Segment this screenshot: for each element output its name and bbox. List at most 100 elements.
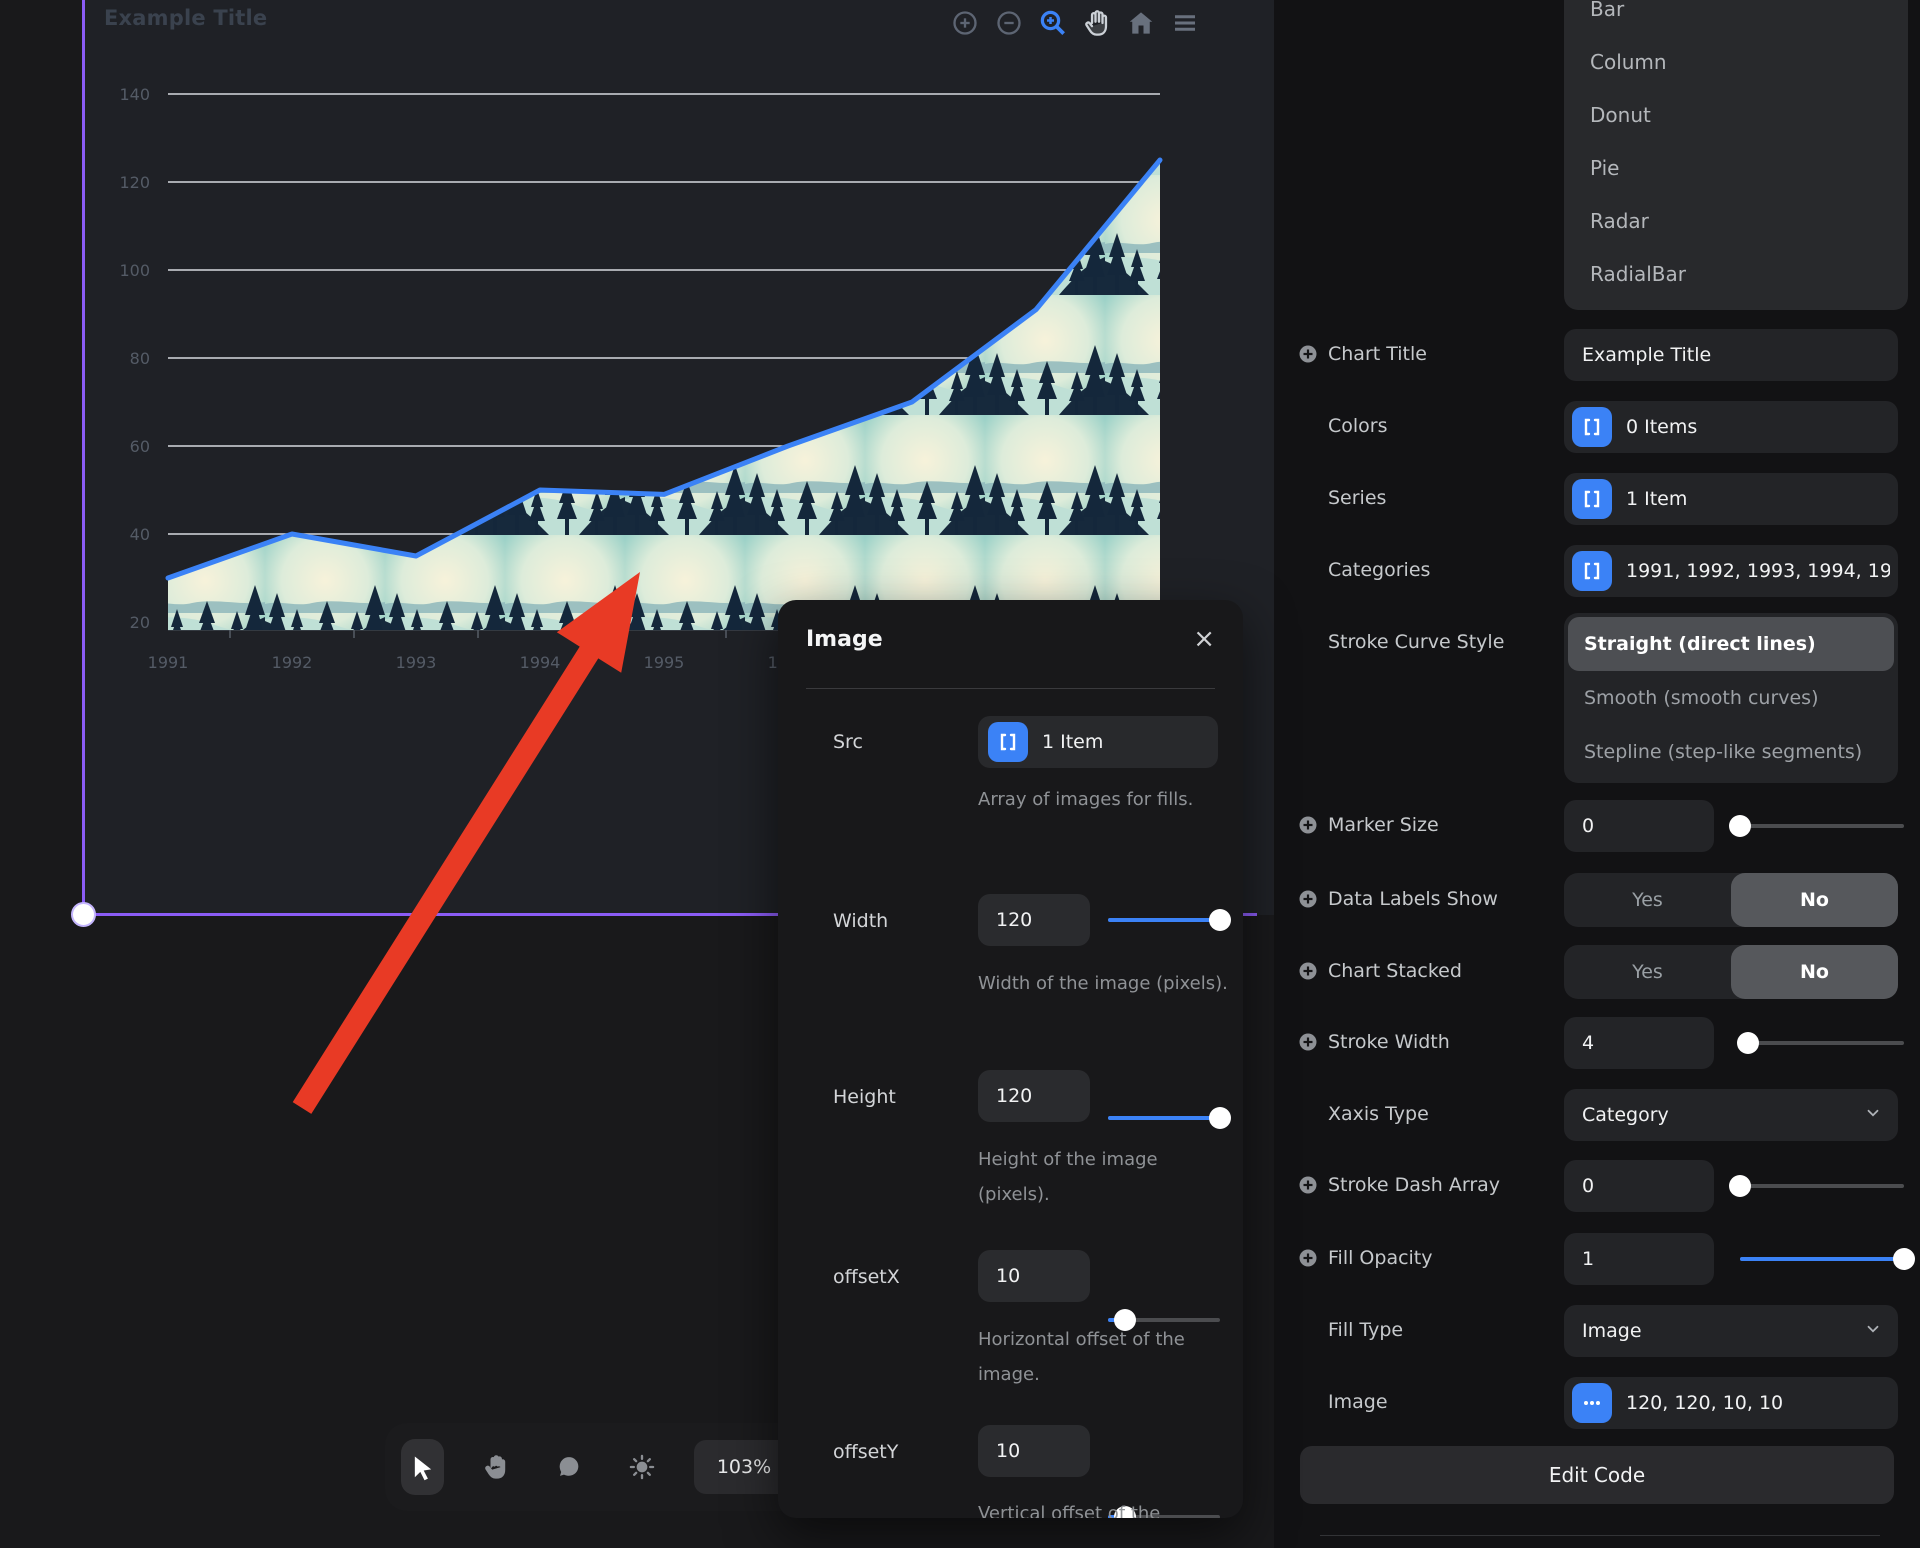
stroke-dash-slider[interactable] bbox=[1740, 1175, 1904, 1197]
image-settings-modal: Image × Src 1 Item Array of images for f… bbox=[778, 600, 1243, 1518]
modal-divider bbox=[806, 688, 1215, 689]
ellipsis-icon bbox=[1572, 1383, 1612, 1423]
selection-border-left bbox=[82, 0, 85, 915]
zoom-out-icon[interactable] bbox=[992, 6, 1026, 40]
chevron-down-icon bbox=[1864, 1104, 1882, 1127]
svg-text:1994: 1994 bbox=[520, 653, 561, 672]
chart-stacked-yes[interactable]: Yes bbox=[1564, 945, 1731, 999]
stroke-width-input[interactable]: 4 bbox=[1564, 1017, 1714, 1069]
chart-canvas-title: Example Title bbox=[104, 6, 267, 30]
width-input[interactable]: 120 bbox=[978, 894, 1090, 946]
data-labels-label: Data Labels Show bbox=[1328, 888, 1498, 910]
plus-circle-icon[interactable] bbox=[1298, 1175, 1318, 1200]
plus-circle-icon[interactable] bbox=[1298, 961, 1318, 986]
menu-icon[interactable] bbox=[1168, 6, 1202, 40]
height-label: Height bbox=[833, 1086, 896, 1108]
fill-type-select[interactable]: Image bbox=[1564, 1305, 1898, 1357]
svg-text:1995: 1995 bbox=[644, 653, 685, 672]
selection-zoom-icon[interactable] bbox=[1036, 6, 1070, 40]
offsety-label: offsetY bbox=[833, 1441, 898, 1463]
curve-option-stepline[interactable]: Stepline (step-like segments) bbox=[1568, 725, 1894, 779]
chart-type-option-donut[interactable]: Donut bbox=[1564, 88, 1908, 141]
src-label: Src bbox=[833, 731, 863, 753]
chart-stacked-no[interactable]: No bbox=[1731, 945, 1898, 999]
fill-type-label: Fill Type bbox=[1328, 1319, 1403, 1341]
offsetx-input[interactable]: 10 bbox=[978, 1250, 1090, 1302]
plus-circle-icon[interactable] bbox=[1298, 1032, 1318, 1057]
svg-text:80: 80 bbox=[130, 349, 150, 368]
curve-option-straight[interactable]: Straight (direct lines) bbox=[1568, 617, 1894, 671]
settings-panel: Chart Title Example Title Colors 0 Items… bbox=[1274, 0, 1920, 1548]
series-label: Series bbox=[1328, 487, 1386, 509]
xaxis-type-select[interactable]: Category bbox=[1564, 1089, 1898, 1141]
colors-array-field[interactable]: 0 Items bbox=[1564, 401, 1898, 453]
close-icon[interactable]: × bbox=[1193, 626, 1215, 652]
chart-type-dropdown: Bar Column Donut Pie Radar RadialBar bbox=[1564, 0, 1908, 310]
chart-stacked-label: Chart Stacked bbox=[1328, 960, 1462, 982]
edit-code-button[interactable]: Edit Code bbox=[1300, 1446, 1894, 1504]
panel-divider bbox=[1320, 1535, 1880, 1536]
offsetx-help: Horizontal offset of the image. bbox=[978, 1322, 1228, 1392]
width-slider[interactable] bbox=[1108, 909, 1220, 931]
data-labels-no[interactable]: No bbox=[1731, 873, 1898, 927]
array-brackets-icon bbox=[1572, 551, 1612, 591]
categories-label: Categories bbox=[1328, 559, 1430, 581]
svg-text:20: 20 bbox=[130, 613, 150, 632]
stroke-width-label: Stroke Width bbox=[1328, 1031, 1450, 1053]
chevron-down-icon bbox=[1864, 1320, 1882, 1343]
offsety-input[interactable]: 10 bbox=[978, 1425, 1090, 1477]
chart-type-option-radar[interactable]: Radar bbox=[1564, 194, 1908, 247]
height-slider[interactable] bbox=[1108, 1107, 1220, 1129]
marker-size-input[interactable]: 0 bbox=[1564, 800, 1714, 852]
modal-title: Image bbox=[806, 627, 883, 652]
width-help: Width of the image (pixels). bbox=[978, 966, 1228, 1001]
height-input[interactable]: 120 bbox=[978, 1070, 1090, 1122]
series-array-field[interactable]: 1 Item bbox=[1564, 473, 1898, 525]
area-fill-image bbox=[168, 160, 1160, 630]
width-label: Width bbox=[833, 910, 888, 932]
image-object-field[interactable]: 120, 120, 10, 10 bbox=[1564, 1377, 1898, 1429]
canvas-toolbar: 103% bbox=[385, 1423, 810, 1511]
chart-title-input[interactable]: Example Title bbox=[1564, 329, 1898, 381]
chart-title-label: Chart Title bbox=[1328, 343, 1427, 365]
array-brackets-icon bbox=[1572, 407, 1612, 447]
zoom-in-icon[interactable] bbox=[948, 6, 982, 40]
plus-circle-icon[interactable] bbox=[1298, 344, 1318, 369]
plus-circle-icon[interactable] bbox=[1298, 889, 1318, 914]
home-reset-icon[interactable] bbox=[1124, 6, 1158, 40]
svg-text:120: 120 bbox=[119, 173, 150, 192]
fill-opacity-slider[interactable] bbox=[1740, 1248, 1904, 1270]
select-tool-button[interactable] bbox=[401, 1439, 444, 1495]
chart-type-option-radialbar[interactable]: RadialBar bbox=[1564, 247, 1908, 300]
chart-toolbar bbox=[948, 6, 1202, 40]
chart-type-option-column[interactable]: Column bbox=[1564, 35, 1908, 88]
svg-text:40: 40 bbox=[130, 525, 150, 544]
stroke-curve-label: Stroke Curve Style bbox=[1328, 631, 1504, 653]
pan-icon[interactable] bbox=[1080, 6, 1114, 40]
src-help: Array of images for fills. bbox=[978, 782, 1228, 817]
curve-option-smooth[interactable]: Smooth (smooth curves) bbox=[1568, 671, 1894, 725]
categories-array-field[interactable]: 1991, 1992, 1993, 1994, 199 bbox=[1564, 545, 1898, 597]
svg-text:100: 100 bbox=[119, 261, 150, 280]
brightness-tool-button[interactable] bbox=[621, 1439, 664, 1495]
marker-size-slider[interactable] bbox=[1740, 815, 1904, 837]
fill-opacity-label: Fill Opacity bbox=[1328, 1247, 1433, 1269]
fill-opacity-input[interactable]: 1 bbox=[1564, 1233, 1714, 1285]
comment-tool-button[interactable] bbox=[548, 1439, 591, 1495]
plus-circle-icon[interactable] bbox=[1298, 1248, 1318, 1273]
chart-type-option-pie[interactable]: Pie bbox=[1564, 141, 1908, 194]
stroke-dash-label: Stroke Dash Array bbox=[1328, 1174, 1500, 1196]
chart-type-option-bar[interactable]: Bar bbox=[1564, 0, 1908, 35]
height-help: Height of the image (pixels). bbox=[978, 1142, 1228, 1212]
stroke-width-slider[interactable] bbox=[1740, 1032, 1904, 1054]
svg-text:1991: 1991 bbox=[148, 653, 189, 672]
data-labels-yes[interactable]: Yes bbox=[1564, 873, 1731, 927]
src-array-field[interactable]: 1 Item bbox=[978, 716, 1218, 768]
stroke-dash-input[interactable]: 0 bbox=[1564, 1160, 1714, 1212]
pan-tool-button[interactable] bbox=[474, 1439, 517, 1495]
svg-text:140: 140 bbox=[119, 85, 150, 104]
plus-circle-icon[interactable] bbox=[1298, 815, 1318, 840]
selection-resize-handle[interactable] bbox=[71, 902, 96, 927]
stroke-curve-listbox: Straight (direct lines) Smooth (smooth c… bbox=[1564, 613, 1898, 783]
svg-text:1993: 1993 bbox=[396, 653, 437, 672]
